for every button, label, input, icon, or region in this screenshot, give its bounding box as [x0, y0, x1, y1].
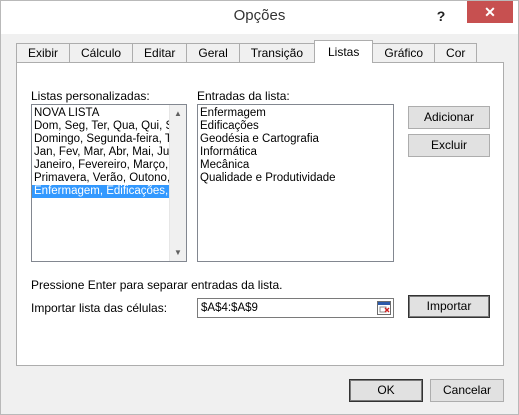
- collapse-dialog-icon[interactable]: [377, 301, 391, 315]
- entries-label: Entradas da lista:: [197, 89, 290, 103]
- down-arrow-icon[interactable]: ▼: [170, 244, 186, 261]
- list-entry-line: Informática: [200, 146, 257, 158]
- delete-button[interactable]: Excluir: [408, 134, 490, 157]
- list-entry-line: Enfermagem: [200, 107, 266, 119]
- tab-grafico[interactable]: Gráfico: [372, 43, 436, 63]
- tab-exibir[interactable]: Exibir: [16, 43, 71, 63]
- tab-strip: Exibir Cálculo Editar Geral Transição Li…: [16, 40, 478, 63]
- import-range-value: $A$4:$A$9: [201, 302, 258, 314]
- lists-tab-panel: Listas personalizadas: NOVA LISTA Dom, Se…: [16, 62, 504, 366]
- custom-list-item[interactable]: Janeiro, Fevereiro, Março, A: [32, 159, 178, 172]
- up-arrow-icon[interactable]: ▲: [170, 105, 186, 122]
- add-button[interactable]: Adicionar: [408, 106, 490, 129]
- import-button[interactable]: Importar: [408, 295, 490, 318]
- custom-lists-rows: NOVA LISTA Dom, Seg, Ter, Qua, Qui, Se Dom…: [32, 105, 180, 198]
- title-bar: Opções ? ✕: [1, 1, 518, 34]
- custom-lists-scrollbar[interactable]: ▲ ▼: [169, 105, 186, 261]
- cancel-button[interactable]: Cancelar: [430, 379, 504, 402]
- list-entry-line: Mecânica: [200, 159, 250, 171]
- help-button[interactable]: ?: [432, 7, 450, 25]
- entries-textbox[interactable]: Enfermagem Edificações Geodésia e Cartogra…: [197, 104, 394, 262]
- custom-lists-label: Listas personalizadas:: [31, 89, 150, 103]
- close-button[interactable]: ✕: [467, 1, 513, 23]
- custom-lists-listbox[interactable]: NOVA LISTA Dom, Seg, Ter, Qua, Qui, Se Dom…: [31, 104, 187, 262]
- list-entry-line: Geodésia e Cartografia: [200, 133, 319, 145]
- custom-list-item[interactable]: Dom, Seg, Ter, Qua, Qui, Se: [32, 120, 180, 133]
- entries-rows: Enfermagem Edificações Geodésia e Cartogra…: [198, 105, 393, 185]
- custom-list-item[interactable]: Enfermagem, Edificações, G: [32, 185, 180, 198]
- custom-list-item[interactable]: Primavera, Verão, Outono, I: [32, 172, 177, 185]
- list-entry-line: Qualidade e Produtividade: [200, 172, 336, 184]
- custom-list-item[interactable]: Domingo, Segunda-feira, Te: [32, 133, 177, 146]
- hint-text: Pressione Enter para separar entradas da…: [31, 278, 283, 292]
- tab-listas[interactable]: Listas: [314, 40, 374, 63]
- import-range-input[interactable]: $A$4:$A$9: [197, 298, 394, 318]
- tab-editar[interactable]: Editar: [132, 43, 188, 63]
- tab-geral[interactable]: Geral: [186, 43, 240, 63]
- ok-button[interactable]: OK: [349, 379, 423, 402]
- import-label: Importar lista das células:: [31, 301, 168, 315]
- options-dialog: Opções ? ✕ Exibir Cálculo Editar Geral T…: [0, 0, 519, 415]
- list-entry-line: Edificações: [200, 120, 259, 132]
- tab-cor[interactable]: Cor: [434, 43, 478, 63]
- tab-calculo[interactable]: Cálculo: [69, 43, 134, 63]
- custom-list-item[interactable]: NOVA LISTA: [32, 107, 169, 120]
- custom-list-item[interactable]: Jan, Fev, Mar, Abr, Mai, Jun: [32, 146, 176, 159]
- tab-transicao[interactable]: Transição: [238, 43, 315, 63]
